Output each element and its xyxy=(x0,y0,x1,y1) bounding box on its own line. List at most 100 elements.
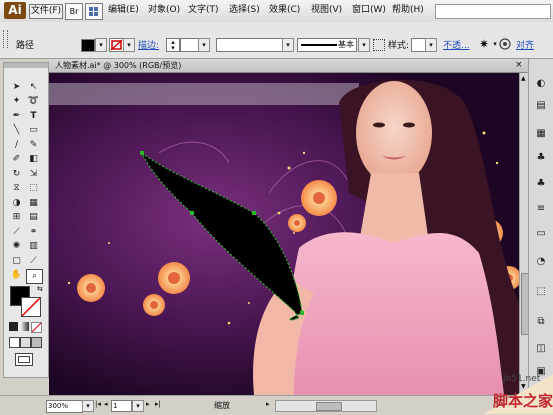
draw-inside-icon[interactable] xyxy=(31,337,42,348)
color-mode-icon[interactable] xyxy=(9,322,18,331)
stroke-weight-dropdown[interactable]: ▾ xyxy=(198,38,210,52)
type-tool-icon[interactable]: T xyxy=(26,110,41,123)
rectangle-tool-icon[interactable]: ▭ xyxy=(26,124,41,137)
variable-width-dropdown[interactable]: ▾ xyxy=(282,38,294,52)
column-graph-tool-icon[interactable]: ▥ xyxy=(26,240,41,253)
eyedropper-tool-icon[interactable]: ⟋ xyxy=(9,226,24,239)
paintbrush-tool-icon[interactable]: ∕ xyxy=(9,139,24,152)
current-tool-label: 缩放 xyxy=(214,401,230,410)
artboard-dropdown[interactable]: ▾ xyxy=(132,400,144,412)
style-options-icon[interactable] xyxy=(373,39,385,51)
menu-item-file[interactable]: 文件(F) xyxy=(29,4,63,19)
pencil-tool-icon[interactable]: ✎ xyxy=(26,139,41,152)
menu-item-help[interactable]: 帮助(H) xyxy=(387,3,429,18)
menu-item-object[interactable]: 对象(O) xyxy=(143,3,185,18)
hand-tool-icon[interactable]: ✋ xyxy=(9,269,24,282)
recolor-artwork-icon[interactable]: ✷ xyxy=(477,37,491,51)
free-transform-tool-icon[interactable]: ⬚ xyxy=(26,182,41,195)
control-bar: 路径 ▾ ▾ 描边: ▴ ▾ ▾ ▾ 基本 ▾ 样式: ▾ 不透... ✷ ▾ 对… xyxy=(0,22,553,59)
screen-mode-icon[interactable] xyxy=(15,353,33,366)
gradient-panel-icon[interactable]: ▭ xyxy=(534,227,548,241)
variable-width-field[interactable] xyxy=(216,38,284,52)
none-mode-icon[interactable] xyxy=(31,322,42,333)
stroke-weight-field[interactable] xyxy=(180,38,200,52)
scale-tool-icon[interactable]: ⇲ xyxy=(26,168,41,181)
zoom-field[interactable]: 300% xyxy=(46,400,83,413)
artboard-tool-icon[interactable]: ▢ xyxy=(9,255,24,268)
fill-swatch[interactable] xyxy=(81,39,95,52)
stroke-dropdown[interactable]: ▾ xyxy=(123,38,135,52)
line-tool-icon[interactable]: ╲ xyxy=(9,124,24,137)
close-icon[interactable]: × xyxy=(515,59,523,72)
stroke-label[interactable]: 描边: xyxy=(138,40,159,52)
menu-item-window[interactable]: 窗口(W) xyxy=(347,3,391,18)
fill-dropdown[interactable]: ▾ xyxy=(95,38,107,52)
menu-item-edit[interactable]: 编辑(E) xyxy=(103,3,144,18)
menu-item-effect[interactable]: 效果(C) xyxy=(264,3,305,18)
stroke-panel-icon[interactable]: ≡ xyxy=(534,202,548,216)
artboard-number-field[interactable]: 1 xyxy=(111,400,132,412)
horizontal-scrollbar[interactable] xyxy=(275,400,377,412)
rotate-tool-icon[interactable]: ↻ xyxy=(9,168,24,181)
width-tool-icon[interactable]: ⧖ xyxy=(9,182,24,195)
direct-selection-tool-icon[interactable]: ↖ xyxy=(26,81,41,94)
shape-builder-tool-icon[interactable]: ◑ xyxy=(9,197,24,210)
magic-wand-tool-icon[interactable]: ✦ xyxy=(9,95,24,108)
swatches-panel-icon[interactable]: ▦ xyxy=(534,127,548,141)
blend-tool-icon[interactable]: ⚭ xyxy=(26,226,41,239)
draw-normal-icon[interactable] xyxy=(9,337,20,348)
first-artboard-button[interactable]: |◂ xyxy=(95,400,101,408)
symbols-panel-icon[interactable]: ♣ xyxy=(534,177,548,191)
symbol-sprayer-tool-icon[interactable]: ✺ xyxy=(9,240,24,253)
tools-panel: ➤ ↖ ✦ ➰ ✒ T ╲ ▭ ∕ ✎ ✐ ◧ ↻ ⇲ ⧖ ⬚ ◑ ▦ ⊞ ▤ … xyxy=(3,62,49,378)
selection-type-label: 路径 xyxy=(16,41,35,51)
last-artboard-button[interactable]: ▸| xyxy=(155,400,161,408)
mesh-tool-icon[interactable]: ⊞ xyxy=(9,211,24,224)
perspective-grid-tool-icon[interactable]: ▦ xyxy=(26,197,41,210)
blob-brush-tool-icon[interactable]: ✐ xyxy=(9,153,24,166)
eraser-tool-icon[interactable]: ◧ xyxy=(26,153,41,166)
brush-definition-field[interactable]: 基本 xyxy=(297,38,357,52)
document-tab[interactable]: 人物素材.ai* @ 300% (RGB/预览) × xyxy=(49,59,528,73)
graphic-style-swatch[interactable] xyxy=(411,38,426,52)
stroke-swatch[interactable] xyxy=(109,38,124,52)
graphic-styles-panel-icon[interactable]: ⧉ xyxy=(534,315,548,329)
menu-item-type[interactable]: 文字(T) xyxy=(183,3,224,18)
stroke-color-swatch[interactable] xyxy=(21,297,41,317)
menu-search-field[interactable] xyxy=(435,4,551,19)
opacity-label[interactable]: 不透... xyxy=(443,40,470,52)
align-label[interactable]: 对齐 xyxy=(516,40,534,52)
zoom-dropdown[interactable]: ▾ xyxy=(82,400,94,412)
workspace-icon[interactable] xyxy=(85,3,103,20)
next-artboard-button[interactable]: ▸ xyxy=(146,400,150,408)
layers-panel-icon[interactable]: ◫ xyxy=(534,342,548,356)
graphic-style-dropdown[interactable]: ▾ xyxy=(425,38,437,52)
gradient-mode-icon[interactable] xyxy=(20,322,29,331)
bridge-icon[interactable]: Br xyxy=(65,3,83,20)
slice-tool-icon[interactable]: ⟋ xyxy=(26,255,41,268)
pen-tool-icon[interactable]: ✒ xyxy=(9,110,24,123)
brush-dropdown[interactable]: ▾ xyxy=(358,38,370,52)
menu-item-select[interactable]: 选择(S) xyxy=(224,3,265,18)
status-menu-arrow[interactable]: ▸ xyxy=(266,400,270,408)
menu-bar: Ai 文件(F) Br 编辑(E) 对象(O) 文字(T) 选择(S) 效果(C… xyxy=(0,0,553,23)
draw-behind-icon[interactable] xyxy=(20,337,31,348)
isolate-icon[interactable] xyxy=(498,37,512,51)
lasso-tool-icon[interactable]: ➰ xyxy=(26,95,41,108)
selection-tool-icon[interactable]: ➤ xyxy=(9,81,24,94)
menu-item-view[interactable]: 视图(V) xyxy=(306,3,347,18)
transparency-panel-icon[interactable]: ◔ xyxy=(534,255,548,269)
brushes-panel-icon[interactable]: ♣ xyxy=(534,151,548,165)
artboard-canvas[interactable] xyxy=(49,73,519,395)
swap-fill-stroke-icon[interactable]: ⇆ xyxy=(37,285,43,293)
zoom-tool-icon[interactable]: ⌕ xyxy=(26,269,43,284)
watermark: jb51.net 脚本之家 xyxy=(463,374,553,414)
appearance-panel-icon[interactable]: ⬚ xyxy=(534,285,548,299)
grip-handle[interactable] xyxy=(3,30,8,48)
color-panel-icon[interactable]: ◐ xyxy=(534,77,548,91)
stroke-weight-stepper[interactable]: ▴ ▾ xyxy=(166,38,180,52)
gradient-tool-icon[interactable]: ▤ xyxy=(26,211,41,224)
watermark-brand: 脚本之家 xyxy=(493,392,553,410)
previous-artboard-button[interactable]: ◂ xyxy=(104,400,108,408)
color-guide-icon[interactable]: ▤ xyxy=(534,99,548,113)
